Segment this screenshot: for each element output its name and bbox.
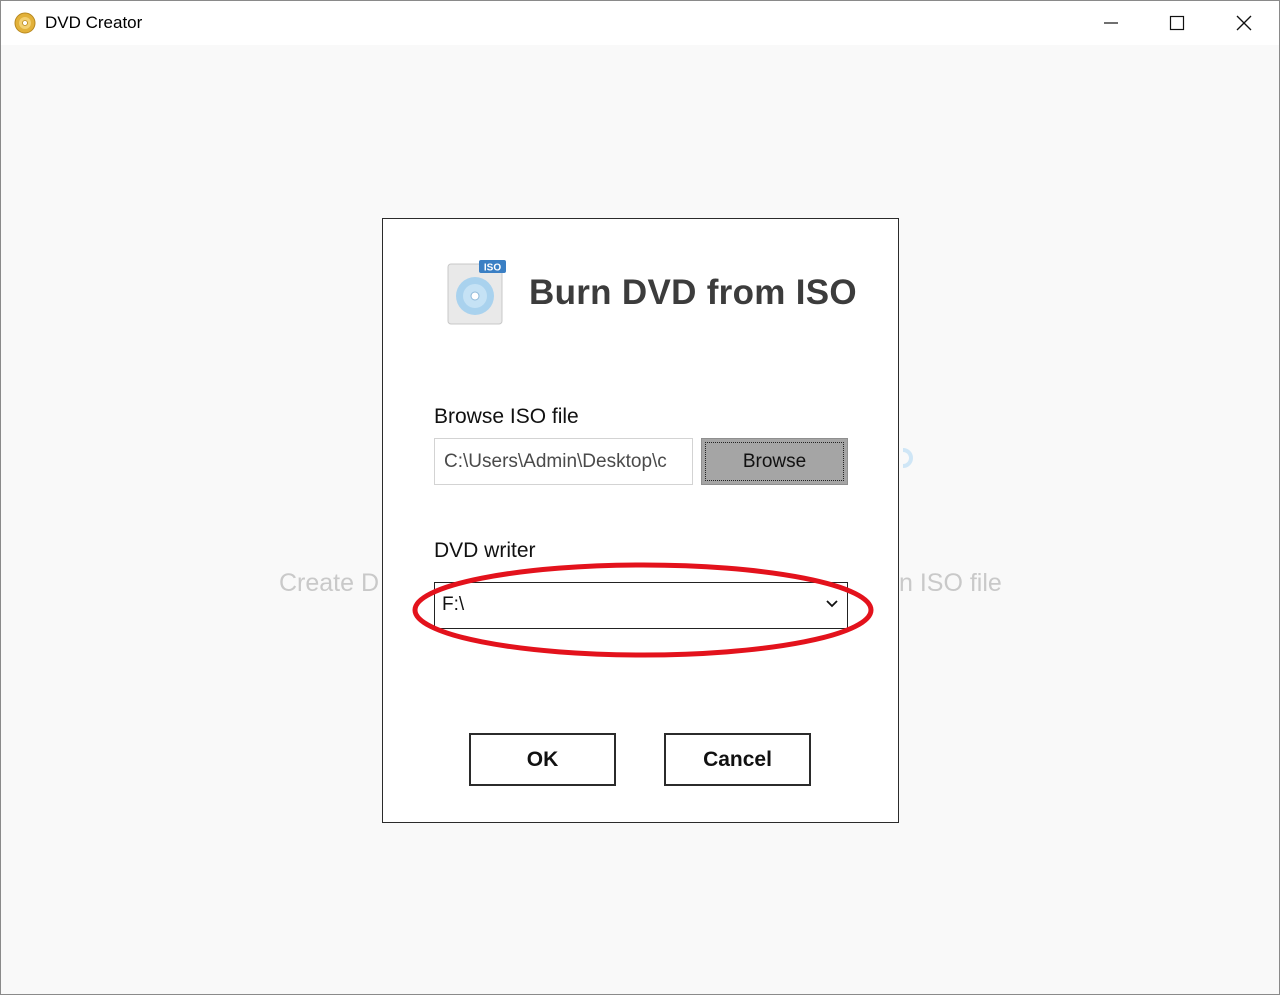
- browse-button[interactable]: Browse: [701, 438, 848, 485]
- close-button[interactable]: [1211, 1, 1277, 45]
- minimize-icon: [1104, 22, 1118, 24]
- dvd-disc-icon: [14, 12, 36, 34]
- cancel-button-label: Cancel: [703, 747, 772, 771]
- dvd-writer-select[interactable]: F:\: [434, 582, 848, 629]
- chevron-down-icon: [826, 600, 838, 608]
- close-icon: [1236, 15, 1252, 31]
- title-bar[interactable]: DVD Creator: [1, 1, 1279, 45]
- background-option-label: Create D: [279, 569, 380, 597]
- iso-disc-icon: ISO: [447, 260, 506, 325]
- ok-button-label: OK: [526, 747, 559, 771]
- dvd-writer-label: DVD writer: [434, 539, 536, 562]
- ok-button[interactable]: OK: [469, 733, 616, 786]
- browse-button-label: Browse: [742, 450, 807, 472]
- burn-iso-dialog: ISO Burn DVD from ISO Browse ISO file Br…: [382, 218, 899, 823]
- cancel-button[interactable]: Cancel: [664, 733, 811, 786]
- iso-path-input[interactable]: [434, 438, 693, 485]
- minimize-button[interactable]: [1078, 1, 1144, 45]
- background-disc-icon: [902, 448, 913, 468]
- window-title: DVD Creator: [45, 13, 143, 32]
- maximize-icon: [1169, 15, 1185, 31]
- iso-file-label: Browse ISO file: [434, 405, 579, 428]
- background-option-label: n ISO file: [899, 569, 1002, 597]
- iso-badge-text: ISO: [484, 263, 501, 274]
- dvd-writer-value: F:\: [442, 594, 465, 615]
- app-window: DVD Creator Create D n ISO file ISO Burn…: [0, 0, 1280, 995]
- maximize-button[interactable]: [1144, 1, 1210, 45]
- dialog-title: Burn DVD from ISO: [529, 273, 857, 312]
